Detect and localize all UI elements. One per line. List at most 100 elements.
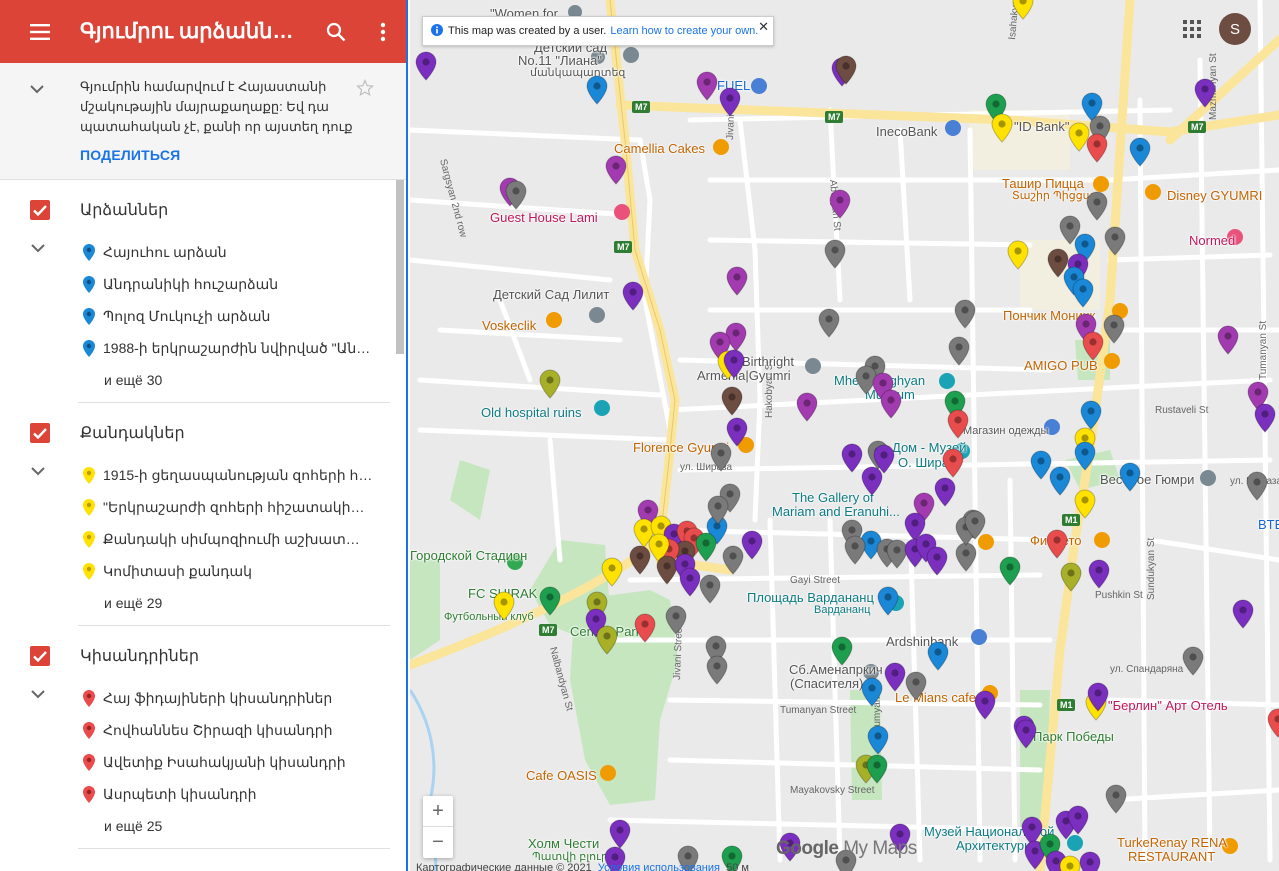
zoom-in-button[interactable]: +	[423, 796, 453, 827]
show-more-link[interactable]: и ещё 25	[0, 810, 406, 842]
map-marker-pin[interactable]	[710, 442, 732, 472]
avatar[interactable]: S	[1219, 13, 1251, 45]
map-marker-pin[interactable]	[596, 625, 618, 655]
map-marker-pin[interactable]	[955, 542, 977, 572]
map-marker-pin[interactable]	[934, 477, 956, 507]
map-marker-pin[interactable]	[884, 662, 906, 692]
map-marker-pin[interactable]	[1194, 78, 1216, 108]
more-vert-icon[interactable]	[359, 0, 406, 63]
apps-grid-icon[interactable]	[1180, 17, 1204, 41]
map-marker-pin[interactable]	[695, 532, 717, 562]
map-marker-pin[interactable]	[539, 369, 561, 399]
chevron-down-icon[interactable]	[31, 463, 45, 481]
list-item[interactable]: Քանդակի սիմպոզիումի աշխատանքներ	[0, 523, 406, 555]
map-marker-pin[interactable]	[841, 443, 863, 473]
map-marker-pin[interactable]	[1015, 719, 1037, 749]
map-marker-pin[interactable]	[726, 417, 748, 447]
map-marker-pin[interactable]	[1086, 133, 1108, 163]
map-marker-pin[interactable]	[1046, 529, 1068, 559]
map-marker-pin[interactable]	[1007, 240, 1029, 270]
map-marker-pin[interactable]	[696, 71, 718, 101]
search-icon[interactable]	[312, 0, 359, 63]
map-marker-pin[interactable]	[622, 281, 644, 311]
list-item[interactable]: Անդրանիկի հուշարձան	[0, 268, 406, 300]
map-marker-pin[interactable]	[721, 386, 743, 416]
map-marker-pin[interactable]	[1232, 599, 1254, 629]
map-marker-pin[interactable]	[1030, 450, 1052, 480]
map-marker-pin[interactable]	[656, 555, 678, 585]
list-item[interactable]: Հայ ֆիդայիների կիսանդրիներ	[0, 682, 406, 714]
map-marker-pin[interactable]	[634, 613, 656, 643]
map-marker-pin[interactable]	[1012, 0, 1034, 20]
map-marker-pin[interactable]	[699, 574, 721, 604]
map-marker-pin[interactable]	[679, 567, 701, 597]
map-marker-pin[interactable]	[629, 545, 651, 575]
share-button[interactable]: ПОДЕЛИТЬСЯ	[80, 147, 366, 163]
map-marker-pin[interactable]	[861, 677, 883, 707]
map-marker-pin[interactable]	[948, 336, 970, 366]
map-marker-pin[interactable]	[991, 113, 1013, 143]
list-item[interactable]: Հովհաննես Շիրազի կիսանդրի	[0, 714, 406, 746]
info-link[interactable]: Learn how to create your own.	[610, 25, 758, 37]
map-marker-pin[interactable]	[1217, 325, 1239, 355]
show-more-link[interactable]: и ещё 29	[0, 587, 406, 619]
map-marker-pin[interactable]	[926, 546, 948, 576]
map-marker-pin[interactable]	[719, 87, 741, 117]
map-marker-pin[interactable]	[1105, 784, 1127, 814]
map-marker-pin[interactable]	[706, 655, 728, 685]
map-marker-pin[interactable]	[726, 266, 748, 296]
map-marker-pin[interactable]	[1074, 489, 1096, 519]
map-marker-pin[interactable]	[796, 392, 818, 422]
map-marker-pin[interactable]	[1074, 441, 1096, 471]
star-icon[interactable]	[356, 79, 374, 102]
list-item[interactable]: 1988-ի երկրաշարժին նվիրված "Անմեղ ...	[0, 332, 406, 364]
map-marker-pin[interactable]	[1246, 471, 1268, 501]
map-marker-pin[interactable]	[1059, 855, 1081, 871]
map-marker-pin[interactable]	[818, 308, 840, 338]
map-marker-pin[interactable]	[1049, 466, 1071, 496]
chevron-down-icon[interactable]	[31, 686, 45, 704]
list-item[interactable]: Պոլոզ Մուկուչի արձան	[0, 300, 406, 332]
zoom-out-button[interactable]: −	[423, 827, 453, 858]
map-marker-pin[interactable]	[493, 591, 515, 621]
map-marker-pin[interactable]	[609, 819, 631, 849]
map-marker-pin[interactable]	[1088, 559, 1110, 589]
layer-name[interactable]: Կիսանդրիներ	[80, 646, 199, 666]
map-marker-pin[interactable]	[867, 725, 889, 755]
layer-checkbox[interactable]	[30, 423, 50, 443]
map-marker-pin[interactable]	[1072, 278, 1094, 308]
layer-checkbox[interactable]	[30, 646, 50, 666]
map-marker-pin[interactable]	[974, 690, 996, 720]
map-marker-pin[interactable]	[1021, 816, 1043, 846]
chevron-down-icon[interactable]	[30, 81, 44, 99]
map-marker-pin[interactable]	[539, 586, 561, 616]
layer-checkbox[interactable]	[30, 200, 50, 220]
map-marker-pin[interactable]	[1104, 226, 1126, 256]
map-marker-pin[interactable]	[1086, 191, 1108, 221]
map-marker-pin[interactable]	[601, 557, 623, 587]
terms-link[interactable]: Условия использования	[598, 862, 720, 871]
map-marker-pin[interactable]	[947, 409, 969, 439]
menu-icon[interactable]	[0, 0, 80, 63]
map-marker-pin[interactable]	[861, 466, 883, 496]
map-marker-pin[interactable]	[829, 189, 851, 219]
list-item[interactable]: Կոմիտասի քանդակ	[0, 555, 406, 587]
map-marker-pin[interactable]	[877, 586, 899, 616]
map-marker-pin[interactable]	[1267, 708, 1279, 738]
map-marker-pin[interactable]	[999, 556, 1021, 586]
map-marker-pin[interactable]	[665, 605, 687, 635]
map-marker-pin[interactable]	[1103, 314, 1125, 344]
map-marker-pin[interactable]	[1182, 646, 1204, 676]
map-marker-pin[interactable]	[824, 239, 846, 269]
map-marker-pin[interactable]	[844, 535, 866, 565]
map-marker-pin[interactable]	[722, 545, 744, 575]
map-marker-pin[interactable]	[954, 299, 976, 329]
map-marker-pin[interactable]	[942, 448, 964, 478]
map-marker-pin[interactable]	[1080, 400, 1102, 430]
map-marker-pin[interactable]	[880, 389, 902, 419]
show-more-link[interactable]: и ещё 30	[0, 364, 406, 396]
map-marker-pin[interactable]	[905, 671, 927, 701]
map-marker-pin[interactable]	[1079, 851, 1101, 871]
layer-name[interactable]: Արձաններ	[80, 200, 168, 220]
list-item[interactable]: 1915-ի ցեղասպանության զոհերի հիշա...	[0, 459, 406, 491]
